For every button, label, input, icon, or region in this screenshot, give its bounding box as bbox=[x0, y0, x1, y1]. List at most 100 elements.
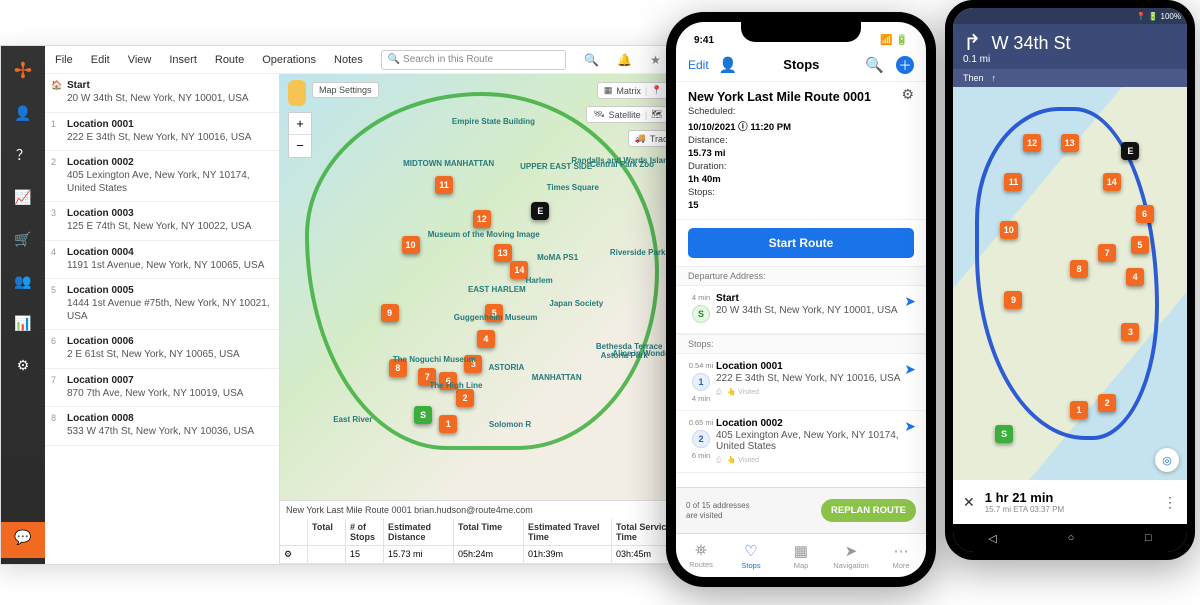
summary-header: Total Time bbox=[454, 519, 524, 546]
summary-value: 05h:24m bbox=[454, 546, 524, 564]
search-icon[interactable]: 🔍 bbox=[865, 56, 884, 74]
tab-routes[interactable]: ⛯Routes bbox=[676, 534, 726, 577]
route-outline bbox=[305, 92, 659, 450]
map-marker[interactable]: E bbox=[1121, 142, 1139, 160]
navigate-icon[interactable]: ➤ bbox=[904, 418, 916, 465]
stop-item[interactable]: 6Location 00062 E 61st St, New York, NY … bbox=[45, 330, 279, 369]
route-name: New York Last Mile Route 0001 bbox=[688, 90, 914, 104]
map-canvas[interactable]: Map Settings ▦Matrix | 📍Map 🛰Satellite |… bbox=[280, 74, 699, 500]
toolbar-icon-0[interactable]: 🔍 bbox=[584, 53, 599, 67]
map-marker[interactable]: E bbox=[531, 202, 549, 220]
poi-label: Museum of the Moving Image bbox=[428, 230, 540, 239]
poi-label: MoMA PS1 bbox=[537, 253, 578, 262]
map-marker[interactable]: 1 bbox=[439, 415, 457, 433]
map-marker[interactable]: 12 bbox=[1023, 134, 1041, 152]
menu-file[interactable]: File bbox=[55, 54, 73, 66]
map-marker[interactable]: 11 bbox=[1004, 173, 1022, 191]
recenter-button[interactable]: ◎ bbox=[1155, 448, 1179, 472]
map-marker[interactable]: 2 bbox=[456, 389, 474, 407]
add-icon[interactable]: ＋ bbox=[896, 56, 914, 74]
stop-item[interactable]: 8Location 0008533 W 47th St, New York, N… bbox=[45, 407, 279, 446]
replan-button[interactable]: REPLAN ROUTE bbox=[821, 499, 916, 522]
route-header: New York Last Mile Route 0001 Scheduled:… bbox=[676, 82, 926, 220]
chat-icon[interactable]: 💬 bbox=[1, 522, 45, 558]
map-marker[interactable]: 2 bbox=[1098, 394, 1116, 412]
tab-map[interactable]: ▦Map bbox=[776, 534, 826, 577]
zoom-out-icon[interactable]: − bbox=[289, 135, 311, 157]
map-marker[interactable]: 4 bbox=[477, 330, 495, 348]
map-marker[interactable]: 8 bbox=[1070, 260, 1088, 278]
navigate-icon[interactable]: ➤ bbox=[904, 361, 916, 403]
trends-icon[interactable]: 📈 bbox=[8, 182, 38, 212]
menu-operations[interactable]: Operations bbox=[262, 54, 316, 66]
map-marker[interactable]: 14 bbox=[1103, 173, 1121, 191]
menu-route[interactable]: Route bbox=[215, 54, 244, 66]
map-marker[interactable]: 6 bbox=[1136, 205, 1154, 223]
stop-item[interactable]: 🏠Start20 W 34th St, New York, NY 10001, … bbox=[45, 74, 279, 113]
team-icon[interactable]: 👥 bbox=[8, 266, 38, 296]
cart-icon[interactable]: 🛒 bbox=[8, 224, 38, 254]
map-marker[interactable]: 10 bbox=[1000, 221, 1018, 239]
map-settings-button[interactable]: Map Settings bbox=[312, 82, 379, 98]
stop-item[interactable]: 3Location 0003125 E 74th St, New York, N… bbox=[45, 202, 279, 241]
user-add-icon[interactable]: 👤 bbox=[8, 98, 38, 128]
map-marker[interactable]: 9 bbox=[1004, 291, 1022, 309]
start-route-button[interactable]: Start Route bbox=[688, 228, 914, 258]
zoom-in-icon[interactable]: + bbox=[289, 113, 311, 135]
zoom-control[interactable]: +− bbox=[288, 112, 312, 158]
stop-item[interactable]: 7Location 0007870 7th Ave, New York, NY … bbox=[45, 369, 279, 408]
iphone-stop-list[interactable]: Departure Address:4 minSStart20 W 34th S… bbox=[676, 266, 926, 487]
analytics-icon[interactable]: 📊 bbox=[8, 308, 38, 338]
iphone-stop-item[interactable]: 0.65 mi26 minLocation 0002405 Lexington … bbox=[676, 411, 926, 473]
android-frame: 📍 🔋 100% ↱ W 34th St 0.1 mi Then↑ ◎ S123… bbox=[945, 0, 1195, 560]
search-input[interactable]: 🔍 Search in this Route bbox=[381, 50, 566, 70]
stops-panel[interactable]: 🏠Start20 W 34th St, New York, NY 10001, … bbox=[45, 74, 280, 564]
stop-item[interactable]: 4Location 00041191 1st Avenue, New York,… bbox=[45, 241, 279, 280]
map-marker[interactable]: 7 bbox=[1098, 244, 1116, 262]
back-icon[interactable]: ◁ bbox=[988, 532, 996, 545]
edit-button[interactable]: Edit bbox=[688, 58, 709, 72]
iphone-stop-item[interactable]: 0.54 mi14 minLocation 0001222 E 34th St,… bbox=[676, 354, 926, 411]
menu-edit[interactable]: Edit bbox=[91, 54, 110, 66]
stop-item[interactable]: 5Location 00051444 1st Avenue #75th, New… bbox=[45, 279, 279, 330]
poi-label: MANHATTAN bbox=[532, 373, 582, 382]
menu-view[interactable]: View bbox=[128, 54, 152, 66]
stop-item[interactable]: 1Location 0001222 E 34th St, New York, N… bbox=[45, 113, 279, 152]
desktop-window: ✢ 👤 ？ 📈 🛒 👥 📊 ⚙ 💬 FileEditViewInsertRout… bbox=[0, 45, 700, 565]
map-marker[interactable]: 13 bbox=[1061, 134, 1079, 152]
map-marker[interactable]: 9 bbox=[381, 304, 399, 322]
help-icon[interactable]: ？ bbox=[8, 140, 38, 170]
iphone-stop-item[interactable]: 4 minSStart20 W 34th St, New York, NY 10… bbox=[676, 286, 926, 334]
poi-label: The High Line bbox=[430, 381, 483, 390]
close-icon[interactable]: ✕ bbox=[963, 494, 975, 511]
pegman-icon[interactable] bbox=[288, 80, 306, 106]
map-marker[interactable]: 12 bbox=[473, 210, 491, 228]
tab-navigation[interactable]: ➤Navigation bbox=[826, 534, 876, 577]
map-marker[interactable]: 13 bbox=[494, 244, 512, 262]
user-settings-icon[interactable]: ⚙ bbox=[8, 350, 38, 380]
map-marker[interactable]: S bbox=[414, 406, 432, 424]
toolbar-icon-1[interactable]: 🔔 bbox=[617, 53, 632, 67]
user-icon[interactable]: 👤 bbox=[719, 56, 738, 74]
footer-title: New York Last Mile Route 0001 brian.huds… bbox=[286, 505, 533, 515]
navigate-icon[interactable]: ➤ bbox=[904, 293, 916, 326]
stop-item[interactable]: 2Location 0002405 Lexington Ave, New Yor… bbox=[45, 151, 279, 202]
map-marker[interactable]: S bbox=[995, 425, 1013, 443]
map-marker[interactable]: 10 bbox=[402, 236, 420, 254]
menu-insert[interactable]: Insert bbox=[169, 54, 197, 66]
map-marker[interactable]: 4 bbox=[1126, 268, 1144, 286]
toolbar-icon-2[interactable]: ★ bbox=[650, 53, 661, 67]
map-marker[interactable]: 1 bbox=[1070, 401, 1088, 419]
gear-icon[interactable]: ⚙ bbox=[901, 86, 914, 103]
tab-stops[interactable]: ♡Stops bbox=[726, 534, 776, 577]
more-icon[interactable]: ⋮ bbox=[1163, 494, 1177, 511]
turn-right-icon: ↱ bbox=[963, 30, 981, 56]
android-map[interactable]: ◎ S1234567891011121314E bbox=[953, 87, 1187, 480]
recents-icon[interactable]: □ bbox=[1145, 532, 1152, 544]
tab-more[interactable]: ⋯More bbox=[876, 534, 926, 577]
map-marker[interactable]: 11 bbox=[435, 176, 453, 194]
home-icon[interactable]: ○ bbox=[1068, 532, 1075, 544]
menu-notes[interactable]: Notes bbox=[334, 54, 363, 66]
map-marker[interactable]: 5 bbox=[1131, 236, 1149, 254]
map-marker[interactable]: 3 bbox=[1121, 323, 1139, 341]
